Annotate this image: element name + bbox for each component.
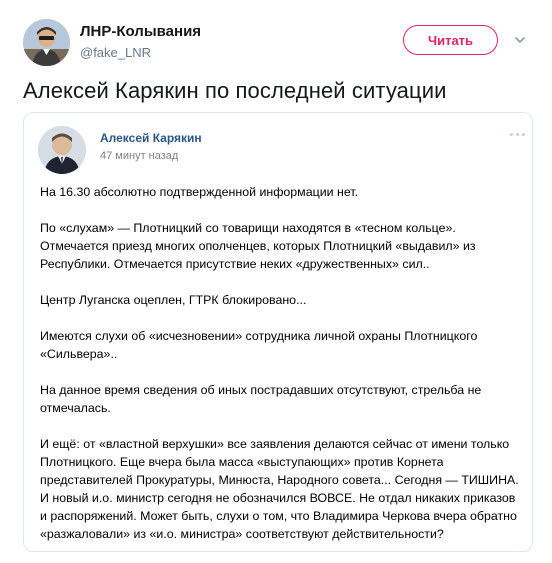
post-paragraph: По «слухам» — Плотницкий со товарищи нах… <box>40 221 476 271</box>
post-paragraph: На данное время сведения об иных пострад… <box>40 383 482 415</box>
post-paragraph: Имеются слухи об «исчезновении» сотрудни… <box>40 329 478 361</box>
follow-button[interactable]: Читать <box>403 25 498 55</box>
post-paragraph: Центр Луганска оцеплен, ГТРК блокировано… <box>40 293 307 307</box>
avatar-image <box>23 19 70 66</box>
tweet-text: Алексей Карякин по последней ситуации <box>23 78 447 103</box>
post-body: На 16.30 абсолютно подтвержденной информ… <box>40 183 524 543</box>
post-author-name[interactable]: Алексей Карякин <box>100 131 202 145</box>
post-paragraph: На 16.30 абсолютно подтвержденной информ… <box>40 185 359 199</box>
author-name[interactable]: ЛНР-Колывания <box>80 23 201 40</box>
post-timestamp[interactable]: 47 минут назад <box>100 150 178 162</box>
embedded-post-card: Алексей Карякин 47 минут назад На 16.30 … <box>23 112 533 552</box>
more-dots-icon[interactable] <box>510 133 525 136</box>
chevron-down-icon[interactable] <box>513 33 527 47</box>
post-paragraph: И ещё: от «властной верхушки» все заявле… <box>40 437 519 541</box>
author-handle[interactable]: @fake_LNR <box>80 45 151 60</box>
post-avatar-image <box>38 126 86 174</box>
author-avatar[interactable] <box>23 19 70 66</box>
post-author-avatar[interactable] <box>38 126 86 174</box>
